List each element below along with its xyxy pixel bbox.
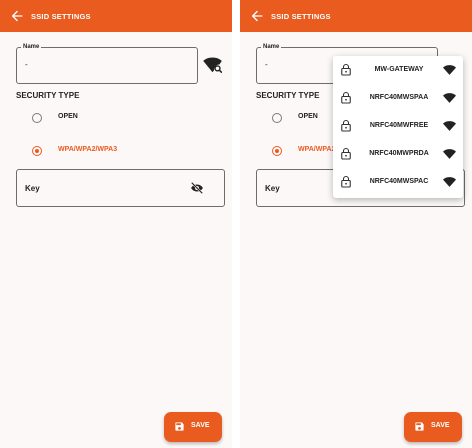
save-button[interactable]: SAVE <box>404 412 462 442</box>
lock-icon <box>341 147 351 160</box>
security-type-heading: SECURITY TYPE <box>256 91 320 100</box>
save-icon <box>175 422 184 431</box>
wifi-signal-icon <box>443 177 456 187</box>
wifi-signal-icon <box>443 149 456 159</box>
app-bar: SSID SETTINGS <box>240 0 472 32</box>
app-bar: SSID SETTINGS <box>0 0 232 32</box>
page-title: SSID SETTINGS <box>31 12 91 21</box>
lock-icon <box>341 175 351 188</box>
back-arrow-icon[interactable] <box>249 8 265 24</box>
radio-wpa[interactable] <box>272 146 282 156</box>
ssid-settings-screen: SSID SETTINGS Name - SECURITY TYPE OPEN … <box>0 0 232 448</box>
radio-wpa[interactable] <box>32 146 42 156</box>
eye-off-icon[interactable] <box>190 181 204 195</box>
ssid-option[interactable]: NRFC40MWSPAA <box>333 84 463 112</box>
save-button-label: SAVE <box>191 422 210 429</box>
ssid-dropdown: MW-GATEWAY NRFC40MWSPAA NRFC40MWFREE NRF… <box>333 56 463 198</box>
page-title: SSID SETTINGS <box>271 12 331 21</box>
security-option-open-label: OPEN <box>298 113 318 120</box>
ssid-option-label: NRFC40MWFREE <box>369 122 429 129</box>
name-field-label: Name <box>21 42 42 52</box>
name-field[interactable]: Name - <box>16 42 198 84</box>
wifi-search-icon[interactable] <box>203 56 222 73</box>
key-field-label: Key <box>25 184 40 193</box>
ssid-option[interactable]: NRFC40MWSPAC <box>333 168 463 196</box>
back-arrow-icon[interactable] <box>9 8 25 24</box>
name-field-value: - <box>25 60 28 69</box>
save-icon <box>415 422 424 431</box>
save-button-label: SAVE <box>431 422 450 429</box>
lock-icon <box>341 119 351 132</box>
ssid-settings-screen-dropdown: SSID SETTINGS Name - SECURITY TYPE OPEN … <box>240 0 472 448</box>
lock-icon <box>341 91 351 104</box>
security-option-open-label: OPEN <box>58 113 78 120</box>
wifi-signal-icon <box>443 93 456 103</box>
key-field-label: Key <box>265 184 280 193</box>
radio-open[interactable] <box>32 113 42 123</box>
ssid-option[interactable]: NRFC40MWFREE <box>333 112 463 140</box>
save-button[interactable]: SAVE <box>164 412 222 442</box>
ssid-option-label: NRFC40MWPRDA <box>369 150 429 157</box>
wifi-signal-icon <box>443 121 456 131</box>
ssid-option-label: MW-GATEWAY <box>374 66 424 73</box>
radio-open[interactable] <box>272 113 282 123</box>
ssid-option-label: NRFC40MWSPAC <box>369 178 429 185</box>
name-field-label: Name <box>261 42 282 52</box>
lock-icon <box>341 63 351 76</box>
name-field-value: - <box>265 60 268 69</box>
wifi-signal-icon <box>443 65 456 75</box>
security-type-heading: SECURITY TYPE <box>16 91 80 100</box>
security-option-wpa-label: WPA/WPA2/WPA3 <box>58 146 118 153</box>
ssid-option[interactable]: MW-GATEWAY <box>333 56 463 84</box>
ssid-option-label: NRFC40MWSPAA <box>369 94 429 101</box>
ssid-option[interactable]: NRFC40MWPRDA <box>333 140 463 168</box>
